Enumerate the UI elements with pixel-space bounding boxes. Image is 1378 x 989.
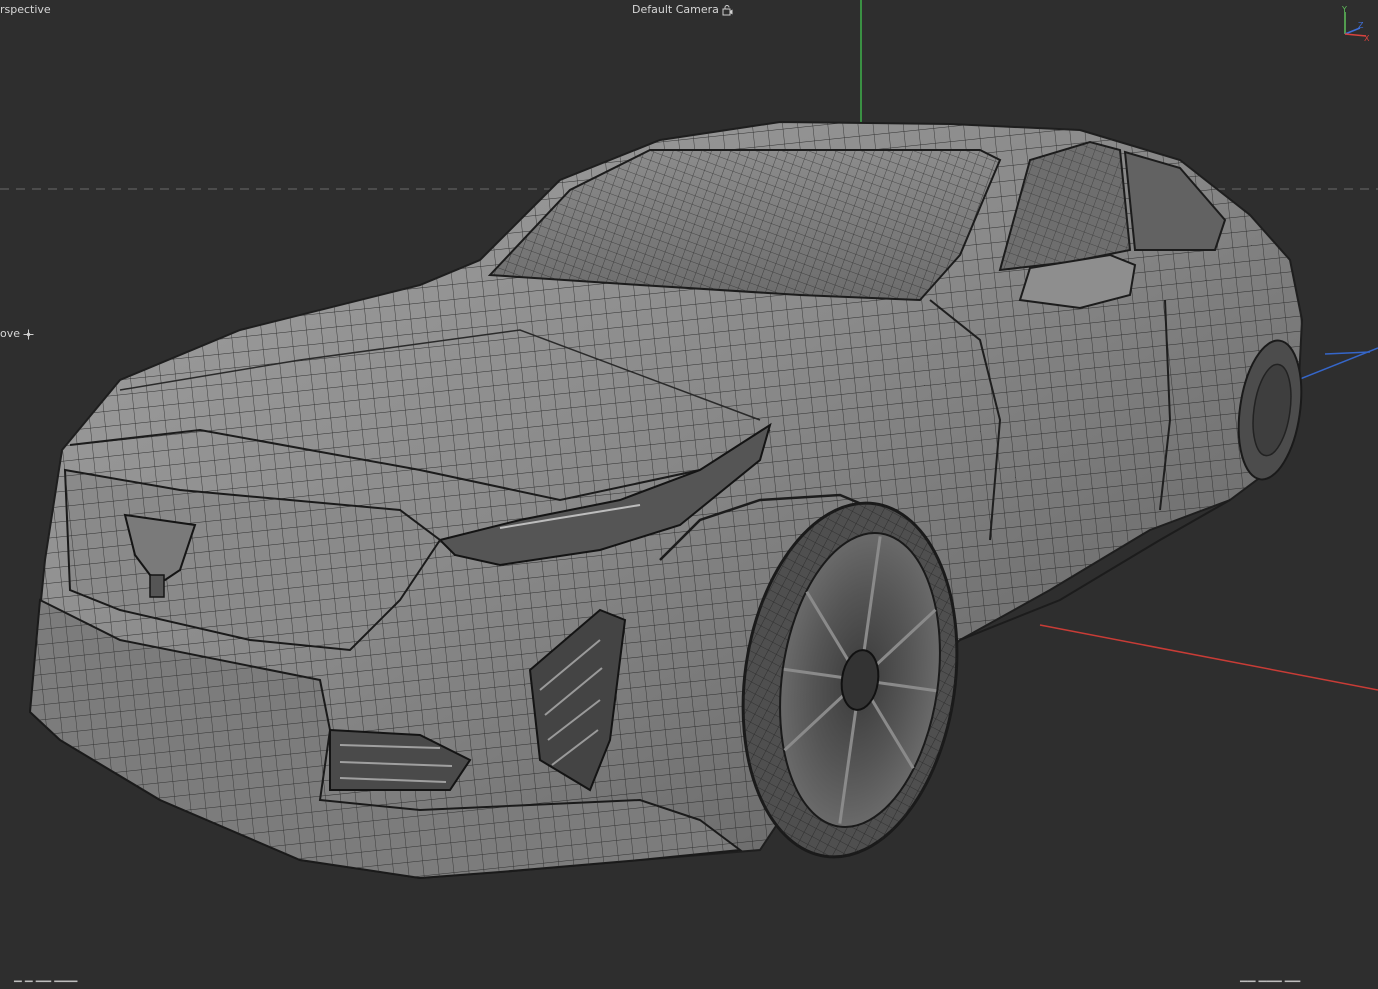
camera-lock-icon [722, 4, 733, 15]
gizmo-z-label: Z [1358, 21, 1364, 30]
hud-ghost-right: ▔▔ ▔▔▔ ▔▔ [1240, 982, 1301, 989]
camera-label: Default Camera [632, 3, 719, 16]
viewport-view-label[interactable]: rspective [0, 3, 51, 17]
active-tool-indicator[interactable]: ove [0, 327, 34, 341]
car-mesh[interactable] [28, 120, 1309, 880]
gizmo-x-axis [1344, 33, 1367, 37]
camera-selector[interactable]: Default Camera [632, 3, 733, 17]
bottom-hud-strip: ▔ ▔ ▔▔ ▔▔▔ ▔▔ ▔▔▔ ▔▔ [0, 979, 1378, 989]
axis-x-line [1039, 624, 1378, 691]
gizmo-x-label: X [1364, 34, 1370, 42]
hud-ghost-left: ▔ ▔ ▔▔ ▔▔▔ [14, 982, 78, 989]
axis-gizmo[interactable]: Y Z X [1336, 4, 1372, 42]
tool-label: ove [0, 327, 21, 340]
3d-viewport[interactable]: rspective Default Camera ove Y Z X ▔ ▔ ▔… [0, 0, 1378, 989]
gizmo-y-label: Y [1341, 5, 1347, 14]
scene-render[interactable] [0, 0, 1378, 989]
move-crosshair-icon [23, 329, 34, 339]
